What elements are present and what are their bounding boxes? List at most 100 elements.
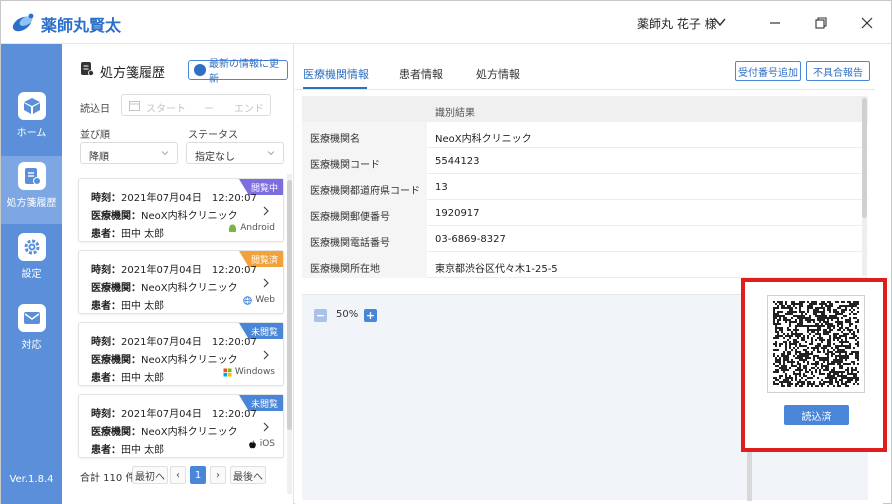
history-card[interactable]: 閲覧済 時刻：2021年07月04日 12:20:07 医療機関：NeoX内科ク… [78, 250, 284, 314]
tab-clinic-info[interactable]: 医療機関情報 [303, 66, 369, 82]
date-label: 読込日 [80, 104, 110, 115]
qr-code-panel: 読込済 [741, 278, 887, 452]
read-status-button[interactable]: 読込済 [784, 405, 849, 425]
time-label: 時刻： [91, 409, 121, 420]
sidebar-item-home[interactable]: ホーム [1, 86, 62, 154]
time-label: 時刻： [91, 265, 121, 276]
message-icon [18, 304, 46, 332]
card-clinic: NeoX内科クリニック [141, 427, 238, 438]
globe-icon [243, 295, 253, 305]
patient-label: 患者： [91, 301, 121, 312]
logo-icon [12, 13, 34, 32]
app-title: 薬師丸賢太 [41, 16, 122, 35]
current-page[interactable]: 1 [190, 466, 206, 484]
history-list: 閲覧中 時刻：2021年07月04日 12:20:07 医療機関：NeoX内科ク… [74, 174, 286, 464]
table-row: 医療機関電話番号 03-6869-8327 [302, 226, 868, 252]
platform-name: Windows [234, 367, 275, 377]
prev-page-button[interactable]: ‹ [170, 466, 186, 484]
panel-title: 処方箋履歴 [100, 66, 166, 81]
windows-icon [223, 368, 232, 376]
table-header-cell: 識別結果 [427, 96, 868, 122]
time-label: 時刻： [91, 193, 121, 204]
zoom-out-button[interactable]: − [314, 309, 327, 322]
card-time: 2021年07月04日 12:20:07 [121, 409, 257, 420]
cube-icon [18, 92, 46, 120]
date-separator: ー [204, 104, 214, 115]
minimize-icon [770, 22, 780, 24]
clinic-label: 医療機関： [91, 283, 141, 294]
sidebar-item-support[interactable]: 対応 [1, 298, 62, 366]
history-panel: 処方箋履歴 最新の情報に更新 読込日 スタート ー エンド 並び順 ステータス … [62, 44, 294, 504]
date-range-input[interactable]: スタート ー エンド [121, 94, 271, 116]
patient-label: 患者： [91, 229, 121, 240]
sort-select-value: 降順 [89, 152, 109, 163]
next-page-button[interactable]: › [210, 466, 226, 484]
scrollbar-thumb[interactable] [862, 98, 867, 218]
history-card[interactable]: 閲覧中 時刻：2021年07月04日 12:20:07 医療機関：NeoX内科ク… [78, 178, 284, 242]
row-label: 医療機関コード [302, 148, 427, 174]
first-page-button[interactable]: 最初へ [132, 466, 168, 484]
row-value: 5544123 [435, 156, 480, 167]
status-label: ステータス [188, 130, 238, 141]
table-row: 医療機関郵便番号 1920917 [302, 200, 868, 226]
table-scrollbar[interactable] [862, 96, 867, 276]
tab-patient-info[interactable]: 患者情報 [399, 66, 443, 82]
card-patient: 田中 太郎 [121, 445, 165, 456]
card-patient: 田中 太郎 [121, 229, 165, 240]
card-clinic: NeoX内科クリニック [141, 211, 238, 222]
table-header-cell [302, 96, 427, 122]
report-issue-button[interactable]: 不具合報告 [806, 61, 870, 81]
scrollbar-thumb[interactable] [287, 180, 292, 430]
row-label: 医療機関電話番号 [302, 226, 427, 252]
document-icon [18, 162, 46, 190]
user-name[interactable]: 薬師丸 花子 様 [637, 15, 717, 32]
date-start-placeholder: スタート [146, 104, 186, 115]
card-patient: 田中 太郎 [121, 301, 165, 312]
refresh-icon [194, 64, 206, 76]
close-button[interactable] [857, 13, 877, 33]
refresh-button[interactable]: 最新の情報に更新 [188, 59, 288, 85]
patient-label: 患者： [91, 445, 121, 456]
minimize-button[interactable] [765, 13, 785, 33]
sort-label: 並び順 [80, 130, 110, 141]
sort-select[interactable]: 降順 [80, 142, 178, 164]
history-card[interactable]: 未閲覧 時刻：2021年07月04日 12:20:07 医療機関：NeoX内科ク… [78, 394, 284, 458]
calendar-icon [129, 101, 140, 111]
sidebar-item-settings[interactable]: 設定 [1, 227, 62, 295]
platform-tag: Android [228, 223, 275, 233]
status-select[interactable]: 指定なし [186, 142, 284, 164]
clinic-label: 医療機関： [91, 355, 141, 366]
chevron-right-icon [263, 278, 269, 288]
chevron-right-icon [263, 350, 269, 360]
table-row: 医療機関名 NeoX内科クリニック [302, 122, 868, 148]
tab-divider [295, 89, 875, 90]
card-time: 2021年07月04日 12:20:07 [121, 265, 257, 276]
close-icon [861, 17, 873, 29]
sidebar-item-label: 処方箋履歴 [6, 198, 57, 209]
history-card[interactable]: 未閲覧 時刻：2021年07月04日 12:20:07 医療機関：NeoX内科ク… [78, 322, 284, 386]
sidebar-item-label: 設定 [21, 269, 42, 280]
restore-icon [815, 17, 827, 29]
status-select-value: 指定なし [195, 152, 235, 163]
patient-label: 患者： [91, 373, 121, 384]
platform-name: iOS [259, 439, 275, 449]
add-receipt-number-button[interactable]: 受付番号追加 [735, 61, 801, 81]
platform-name: Android [240, 223, 275, 233]
chevron-right-icon [263, 206, 269, 216]
card-clinic: NeoX内科クリニック [141, 283, 238, 294]
last-page-button[interactable]: 最後へ [230, 466, 266, 484]
platform-tag: iOS [248, 439, 275, 449]
restore-button[interactable] [811, 13, 831, 33]
zoom-in-button[interactable]: + [364, 309, 377, 322]
sidebar-item-history[interactable]: 処方箋履歴 [1, 156, 62, 224]
table-header-row: 識別結果 [302, 96, 868, 122]
row-value: 1920917 [435, 208, 480, 219]
chevron-down-icon[interactable] [714, 17, 726, 27]
tab-prescription-info[interactable]: 処方情報 [476, 66, 520, 82]
qr-code-icon [773, 301, 859, 387]
row-value: 東京都渋谷区代々木1-25-5 [435, 264, 558, 275]
apple-icon [248, 440, 256, 448]
card-patient: 田中 太郎 [121, 373, 165, 384]
history-scrollbar[interactable] [287, 174, 292, 494]
row-label: 医療機関所在地 [302, 252, 427, 278]
